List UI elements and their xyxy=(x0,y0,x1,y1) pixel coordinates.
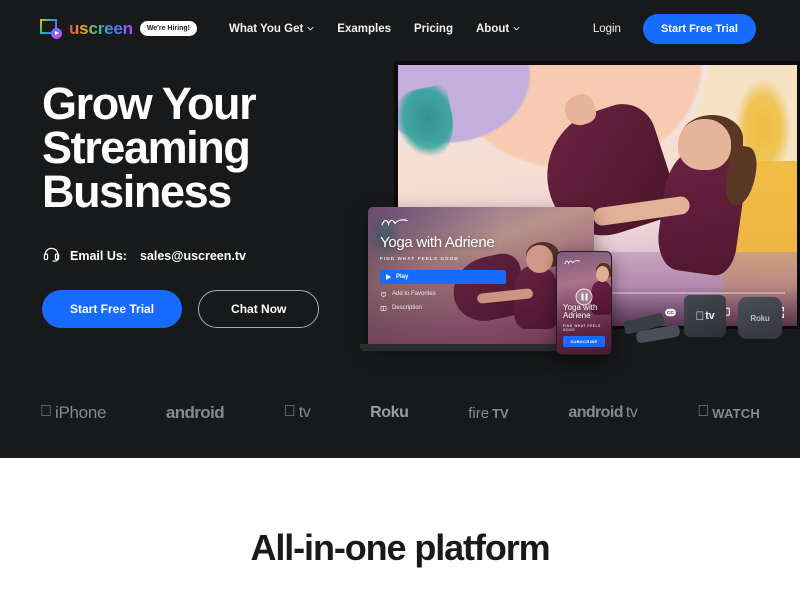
hero-cta-row: Start Free Trial Chat Now xyxy=(42,290,382,329)
platform-logo-apple-tv:  tv xyxy=(284,404,311,422)
brand-logo[interactable]: uscreen xyxy=(40,18,133,39)
laptop-video-subtitle: FIND WHAT FEELS GOOD xyxy=(380,255,459,261)
phone-text-block: Yoga with Adriene FIND WHAT FEELS GOOD xyxy=(563,302,606,332)
laptop-add-to-favorites-button[interactable]: Add to Favorites xyxy=(380,291,501,298)
hero-copy: Grow Your Streaming Business Email Us: s… xyxy=(42,81,382,329)
nav-links: What You Get Examples Pricing About xyxy=(229,23,520,35)
uscreen-play-logo-icon xyxy=(40,18,62,39)
apple-tv-box-label: tv xyxy=(700,310,714,322)
platform-logo-roku: Roku xyxy=(358,404,409,422)
apple-logo-icon:  xyxy=(697,404,709,420)
platform-label-suffix: TV xyxy=(484,405,509,421)
decor-leaf-left xyxy=(398,83,462,171)
login-link[interactable]: Login xyxy=(593,23,621,35)
platform-label: Roku xyxy=(358,404,409,421)
nav-item-examples[interactable]: Examples xyxy=(337,23,391,35)
nav-item-label: Examples xyxy=(337,22,391,35)
hero-chat-now-button[interactable]: Chat Now xyxy=(198,290,320,329)
hero-title-line-3: Business xyxy=(42,166,232,218)
channel-signature-logo-icon xyxy=(381,219,408,227)
apple-logo-icon:  xyxy=(284,404,296,420)
hiring-badge[interactable]: We're Hiring! xyxy=(139,21,197,36)
supported-platforms-strip:  iPhone android  tv Roku fire TV andro… xyxy=(0,396,800,430)
platform-logo-android: android xyxy=(155,403,225,423)
chevron-down-icon xyxy=(513,27,520,31)
laptop-play-button[interactable]: Play xyxy=(380,269,506,284)
platform-label: WATCH xyxy=(712,405,760,421)
nav-item-about[interactable]: About xyxy=(476,23,520,35)
page-title: Grow Your Streaming Business xyxy=(42,81,382,218)
platform-logo-fire-tv: fire TV xyxy=(468,405,508,422)
nav-item-label: Pricing xyxy=(414,22,453,35)
platform-label: tv xyxy=(299,404,311,422)
laptop-video-title: Yoga with Adriene xyxy=(380,234,495,251)
laptop-content-overlay: Yoga with Adriene FIND WHAT FEELS GOOD P… xyxy=(368,207,513,345)
all-in-one-platform-section: All-in-one platform xyxy=(0,458,800,600)
headset-support-icon xyxy=(43,248,60,262)
brand-wordmark: uscreen xyxy=(69,19,133,38)
nav-item-label: What You Get xyxy=(228,22,304,35)
email-contact-row: Email Us: sales@uscreen.tv xyxy=(42,246,382,265)
hero-start-free-trial-button[interactable]: Start Free Trial xyxy=(42,290,183,329)
navbar: uscreen We're Hiring! What You Get Examp… xyxy=(0,0,800,57)
apple-logo-icon:  xyxy=(40,404,52,420)
nav-right-group: Login Start Free Trial xyxy=(593,13,756,44)
nav-item-label: About xyxy=(475,22,510,35)
hero-device-showcase: CC tv Roku xyxy=(360,55,800,355)
nav-start-free-trial-button[interactable]: Start Free Trial xyxy=(642,13,756,44)
roku-box-label: Roku xyxy=(750,313,770,323)
platform-label: android xyxy=(155,403,225,422)
nav-item-pricing[interactable]: Pricing xyxy=(414,23,453,35)
laptop-favorites-label: Add to Favorites xyxy=(392,291,436,298)
hero-section: uscreen We're Hiring! What You Get Examp… xyxy=(0,0,800,458)
phone-video-title: Yoga with Adriene xyxy=(563,302,598,321)
apple-tv-box-device: tv xyxy=(684,295,726,337)
section-heading: All-in-one platform xyxy=(250,527,550,568)
phone-channel-signature-icon xyxy=(564,260,581,265)
nav-item-what-you-get[interactable]: What You Get xyxy=(229,23,314,35)
roku-box-device: Roku xyxy=(738,297,782,339)
platform-label: iPhone xyxy=(43,403,106,422)
laptop-description-button[interactable]: Description xyxy=(380,305,501,312)
laptop-description-label: Description xyxy=(392,305,423,312)
platform-logo-apple-watch:  WATCH xyxy=(697,404,760,421)
email-address-link[interactable]: sales@uscreen.tv xyxy=(140,249,246,263)
streaming-devices-group: tv Roku xyxy=(622,283,800,355)
email-label: Email Us: xyxy=(70,248,127,263)
laptop-play-label: Play xyxy=(396,273,409,280)
phone-subscribe-button[interactable]: SUBSCRIBE xyxy=(563,336,605,347)
phone-mockup: Yoga with Adriene FIND WHAT FEELS GOOD S… xyxy=(556,251,612,355)
platform-label: android xyxy=(564,404,623,421)
phone-video-subtitle: FIND WHAT FEELS GOOD xyxy=(563,324,601,332)
platform-label: fire xyxy=(460,404,489,422)
platform-logo-android-tv: android tv xyxy=(564,404,638,422)
platform-label-suffix: tv xyxy=(621,404,638,421)
platform-logo-iphone:  iPhone xyxy=(40,403,106,423)
chevron-down-icon xyxy=(307,27,314,31)
